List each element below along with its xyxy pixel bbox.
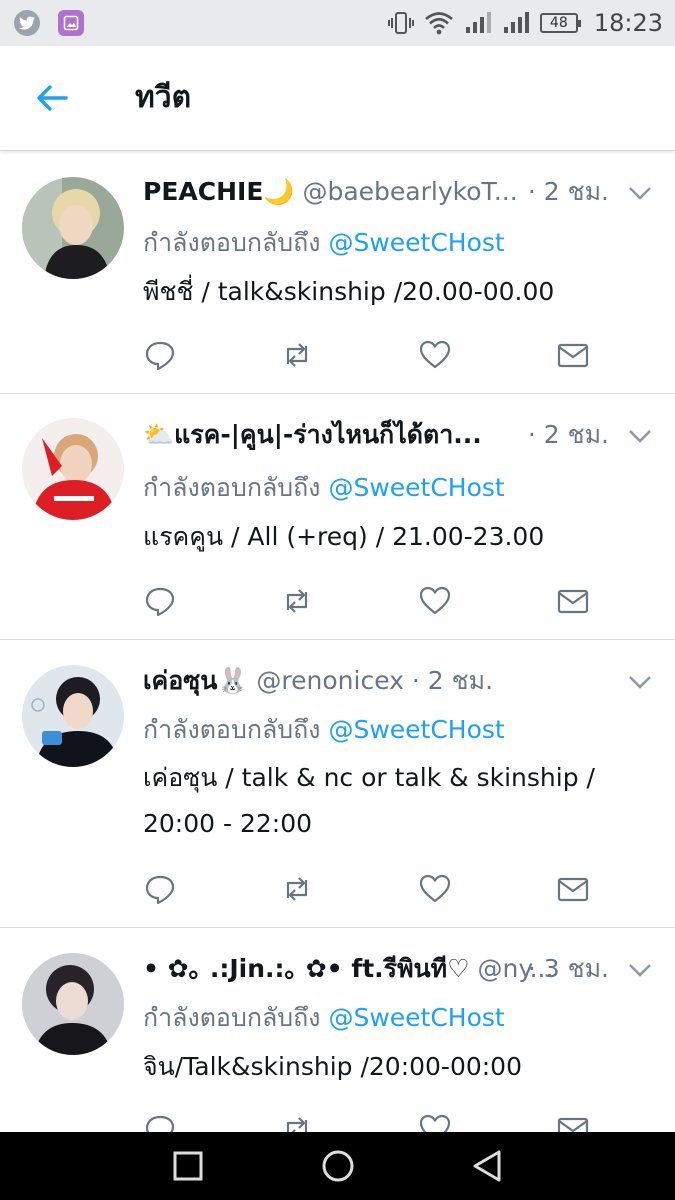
reply-prefix: กำลังตอบกลับถึง <box>143 715 321 744</box>
tweet-actions <box>143 584 603 618</box>
reply-icon[interactable] <box>143 338 177 372</box>
mention-link[interactable]: @SweetCHost <box>328 1003 504 1032</box>
reply-prefix: กำลังตอบกลับถึง <box>143 228 321 257</box>
user-handle[interactable]: @baebearlykoT... <box>302 177 517 206</box>
heart-icon[interactable] <box>418 584 452 618</box>
wifi-icon <box>424 12 453 35</box>
back-icon[interactable] <box>468 1146 508 1186</box>
avatar[interactable] <box>22 953 124 1055</box>
back-button[interactable] <box>30 76 74 120</box>
tweet-actions <box>143 338 603 372</box>
tweet[interactable]: • ✿｡ .:Jin.:｡ ✿• ft.รีพินที♡ @ny... · 3 … <box>0 928 675 1148</box>
reply-prefix: กำลังตอบกลับถึง <box>143 473 321 502</box>
reply-context: กำลังตอบกลับถึง @SweetCHost <box>143 226 505 260</box>
chevron-down-icon[interactable] <box>627 426 653 446</box>
tweet-actions <box>143 872 603 906</box>
tweet-time: · 3 ชม. <box>527 954 609 983</box>
page-title: ทวีต <box>135 80 192 115</box>
mail-icon[interactable] <box>556 338 590 372</box>
tweet[interactable]: PEACHIE🌙 @baebearlykoT... · 2 ชม. กำลังต… <box>0 151 675 394</box>
battery-level: 48 <box>549 15 568 31</box>
signal-icon <box>503 12 529 33</box>
retweet-icon[interactable] <box>280 584 314 618</box>
reply-context: กำลังตอบกลับถึง @SweetCHost <box>143 1001 505 1035</box>
retweet-icon[interactable] <box>280 338 314 372</box>
reply-prefix: กำลังตอบกลับถึง <box>143 1003 321 1032</box>
gallery-icon <box>58 10 84 36</box>
display-name[interactable]: PEACHIE🌙 <box>143 177 295 206</box>
display-name[interactable]: • ✿｡ .:Jin.:｡ ✿• ft.รีพินที♡ <box>143 954 470 983</box>
mention-link[interactable]: @SweetCHost <box>328 473 504 502</box>
tweet-time: · 2 ชม. <box>527 420 609 449</box>
system-nav-bar <box>0 1132 675 1200</box>
battery-indicator: 48 <box>539 13 581 33</box>
tweet-list: PEACHIE🌙 @baebearlykoT... · 2 ชม. กำลังต… <box>0 151 675 1148</box>
chevron-down-icon[interactable] <box>627 960 653 980</box>
display-name[interactable]: เค่อซุน🐰 <box>143 666 248 695</box>
retweet-icon[interactable] <box>280 872 314 906</box>
mail-icon[interactable] <box>556 872 590 906</box>
reply-icon[interactable] <box>143 584 177 618</box>
mention-link[interactable]: @SweetCHost <box>328 715 504 744</box>
status-bar: 48 18:23 <box>0 0 675 46</box>
chevron-down-icon[interactable] <box>627 183 653 203</box>
mail-icon[interactable] <box>556 584 590 618</box>
clock: 18:23 <box>593 9 663 37</box>
heart-icon[interactable] <box>418 872 452 906</box>
avatar[interactable] <box>22 418 124 520</box>
twitter-icon <box>14 10 40 36</box>
reply-icon[interactable] <box>143 872 177 906</box>
chevron-down-icon[interactable] <box>627 672 653 692</box>
avatar[interactable] <box>22 177 124 279</box>
mention-link[interactable]: @SweetCHost <box>328 228 504 257</box>
tweet-text: เค่อซุน / talk & nc or talk & skinship /… <box>143 763 595 838</box>
tweet[interactable]: ⛅แรค-|คูน|-ร่างไหนก็ได้ตา... · 2 ชม. กำล… <box>0 394 675 640</box>
display-name[interactable]: ⛅แรค-|คูน|-ร่างไหนก็ได้ตา... <box>143 420 482 449</box>
vibrate-icon <box>387 12 414 34</box>
app-header: ทวีต <box>0 46 675 151</box>
reply-context: กำลังตอบกลับถึง @SweetCHost <box>143 713 505 747</box>
heart-icon[interactable] <box>418 338 452 372</box>
home-icon[interactable] <box>318 1146 358 1186</box>
recents-icon[interactable] <box>168 1146 208 1186</box>
avatar[interactable] <box>22 665 124 767</box>
tweet[interactable]: เค่อซุน🐰 @renonicex · 2 ชม. กำลังตอบกลับ… <box>0 640 675 928</box>
signal-icon <box>465 12 491 33</box>
tweet-text: แรคคูน / All (+req) / 21.00-23.00 <box>143 522 545 551</box>
back-arrow-icon <box>37 85 68 111</box>
tweet-time: · 2 ชม. <box>527 177 609 206</box>
reply-context: กำลังตอบกลับถึง @SweetCHost <box>143 471 505 505</box>
tweet-text: พีชชี่ / talk&skinship /20.00-00.00 <box>143 277 555 306</box>
tweet-text: จิน/Talk&skinship /20:00-00:00 <box>143 1052 522 1081</box>
user-handle[interactable]: @renonicex <box>256 666 404 695</box>
tweet-time: · 2 ชม. <box>411 666 494 695</box>
